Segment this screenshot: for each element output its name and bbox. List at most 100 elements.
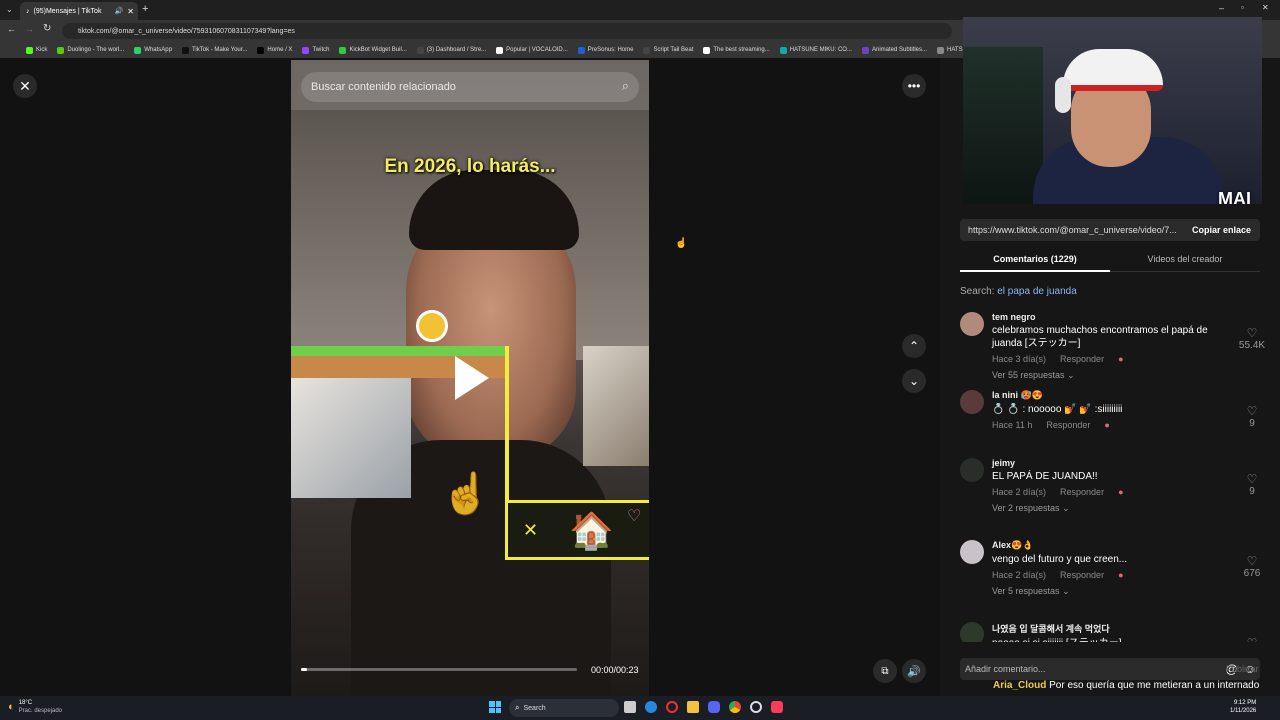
video-progress-track[interactable] xyxy=(301,668,577,671)
bookmark-item[interactable]: Popular | VOCALOID... xyxy=(496,46,568,54)
tab-comments[interactable]: Comentarios (1229) xyxy=(960,248,1110,272)
video-progress-fill xyxy=(301,668,307,671)
comment-author[interactable]: 나였음 입 달콤해서 계속 먹었다 xyxy=(992,622,1222,635)
bookmark-item[interactable]: Twitch xyxy=(302,46,330,54)
bookmark-item[interactable]: Duolingo - The worl... xyxy=(57,46,124,54)
search-term-link[interactable]: el papa de juanda xyxy=(997,286,1077,297)
edge-icon[interactable] xyxy=(645,701,657,713)
mouse-cursor-icon: ☝ xyxy=(675,238,688,249)
reply-button[interactable]: Responder xyxy=(1060,570,1104,580)
video-player[interactable]: Buscar contenido relacionado ⌕ En 2026, … xyxy=(291,60,649,696)
tab-close-icon[interactable]: ✕ xyxy=(127,7,134,16)
url-input[interactable]: tiktok.com/@omar_c_universe/video/759310… xyxy=(62,23,952,39)
bookmark-item[interactable]: HATSUNE MIKU: CO... xyxy=(779,46,852,54)
reload-icon[interactable]: ↻ xyxy=(43,23,51,34)
bookmark-item[interactable]: PreSonus: Home xyxy=(577,46,634,54)
avatar[interactable] xyxy=(960,622,984,642)
search-icon[interactable]: ⌕ xyxy=(622,78,629,94)
task-view-icon[interactable] xyxy=(624,701,636,713)
bookmark-item[interactable]: Script Tail Beat xyxy=(643,46,693,54)
bookmark-favicon-icon xyxy=(577,46,585,54)
like-heart-icon[interactable]: ♡ xyxy=(1232,404,1272,418)
like-heart-icon[interactable]: ♡ xyxy=(1232,636,1272,642)
streamer-shelf xyxy=(963,47,1043,204)
chatgpt-icon[interactable] xyxy=(750,701,762,713)
comment-text: celebramos muchachos encontramos el papá… xyxy=(992,325,1208,349)
discord-icon[interactable] xyxy=(708,701,720,713)
comment-author[interactable]: Alex😍👌 xyxy=(992,540,1222,551)
like-heart-icon[interactable]: ♡ xyxy=(1232,326,1272,340)
comment-input[interactable]: Añadir comentario... xyxy=(965,664,1226,674)
view-replies-button[interactable]: Ver 5 respuestas ⌄ xyxy=(992,586,1222,597)
browser-tab[interactable]: ♪ (95)Mensajes | TikTok 🔊 ✕ xyxy=(20,2,138,20)
weather-widget[interactable]: ◐ 18°C Prac. despejado xyxy=(8,699,62,715)
avatar[interactable] xyxy=(960,540,984,564)
opera-icon[interactable] xyxy=(666,701,678,713)
publish-button[interactable]: Publicar xyxy=(1226,664,1259,674)
copy-link-button[interactable]: Copiar enlace xyxy=(1192,225,1251,235)
chat-overlay-message: Aria_Cloud Por eso quería que me metiera… xyxy=(993,680,1259,691)
start-button[interactable] xyxy=(489,701,501,713)
tab-creator-videos[interactable]: Videos del creador xyxy=(1110,248,1260,272)
creator-liked-icon: ● xyxy=(1118,570,1124,580)
bookmark-item[interactable]: (3) Dashboard / Stre... xyxy=(416,46,486,54)
comment-time: Hace 11 h xyxy=(992,420,1033,430)
bookmark-favicon-icon xyxy=(181,46,189,54)
maximize-icon[interactable]: ▫ xyxy=(1241,3,1244,12)
bookmark-favicon-icon xyxy=(302,46,310,54)
bookmark-item[interactable]: Home / X xyxy=(257,46,292,54)
bookmark-favicon-icon xyxy=(57,46,65,54)
bookmark-favicon-icon xyxy=(779,46,787,54)
taskbar-search[interactable]: ⌕ Search xyxy=(509,699,619,717)
avatar[interactable] xyxy=(960,312,984,336)
bookmark-favicon-icon xyxy=(703,46,711,54)
forward-icon[interactable]: → xyxy=(25,24,34,34)
back-icon[interactable]: ← xyxy=(7,24,16,34)
bookmark-label: Twitch xyxy=(312,47,330,53)
previous-video-button[interactable]: ⌃ xyxy=(902,334,926,358)
chat-text: Por eso quería que me metieran a un inte… xyxy=(1049,680,1260,691)
tab-list-chevron-icon[interactable]: ⌄ xyxy=(6,5,13,14)
system-clock[interactable]: 9:12 PM 1/11/2026 xyxy=(1230,699,1256,715)
music-icon[interactable] xyxy=(771,701,783,713)
bookmark-label: TikTok - Make Your... xyxy=(191,47,248,53)
next-video-button[interactable]: ⌄ xyxy=(902,369,926,393)
tab-title: (95)Mensajes | TikTok xyxy=(33,7,102,15)
comment-author[interactable]: jeimy xyxy=(992,458,1222,468)
bookmark-label: WhatsApp xyxy=(144,47,172,53)
reply-button[interactable]: Responder xyxy=(1060,487,1104,497)
more-options-button[interactable]: ••• xyxy=(902,74,926,98)
tab-audio-icon[interactable]: 🔊 xyxy=(115,7,124,15)
play-icon[interactable] xyxy=(455,356,489,400)
bookmark-item[interactable]: WhatsApp xyxy=(134,46,172,54)
close-window-icon[interactable]: ✕ xyxy=(1262,3,1269,12)
bookmark-label: HATSUNE MIKU: CO... xyxy=(789,47,852,53)
reply-button[interactable]: Responder xyxy=(1046,420,1090,430)
bookmark-favicon-icon xyxy=(496,46,504,54)
bookmark-item[interactable]: KickBot Widget Buil... xyxy=(339,46,407,54)
pip-button[interactable]: ⧉ xyxy=(873,659,897,683)
bookmark-item[interactable]: Animated Subtitles... xyxy=(861,46,927,54)
bookmark-label: PreSonus: Home xyxy=(587,47,634,53)
like-heart-icon[interactable]: ♡ xyxy=(1232,472,1272,486)
new-tab-button[interactable]: + xyxy=(142,3,148,15)
reply-button[interactable]: Responder xyxy=(1060,354,1104,364)
file-explorer-icon[interactable] xyxy=(687,701,699,713)
minimize-icon[interactable]: – xyxy=(1219,3,1224,13)
avatar[interactable] xyxy=(960,390,984,414)
like-count: 55.4K xyxy=(1238,340,1266,351)
like-heart-icon[interactable]: ♡ xyxy=(1232,554,1272,568)
view-replies-button[interactable]: Ver 55 respuestas ⌄ xyxy=(992,370,1222,381)
chrome-icon[interactable] xyxy=(729,701,741,713)
comment-author[interactable]: la nini 🥵😍 xyxy=(992,390,1222,401)
video-caption: En 2026, lo harás... xyxy=(384,156,556,177)
avatar[interactable] xyxy=(960,458,984,482)
bookmark-item[interactable]: The best streaming... xyxy=(703,46,770,54)
comment-author[interactable]: tem negro xyxy=(992,312,1222,322)
bookmark-item[interactable]: Kick xyxy=(26,46,47,54)
volume-button[interactable]: 🔊 xyxy=(902,659,926,683)
related-search-input[interactable]: Buscar contenido relacionado ⌕ xyxy=(301,72,639,102)
bookmark-item[interactable]: TikTok - Make Your... xyxy=(181,46,248,54)
close-video-button[interactable]: ✕ xyxy=(13,74,37,98)
view-replies-button[interactable]: Ver 2 respuestas ⌄ xyxy=(992,503,1222,514)
